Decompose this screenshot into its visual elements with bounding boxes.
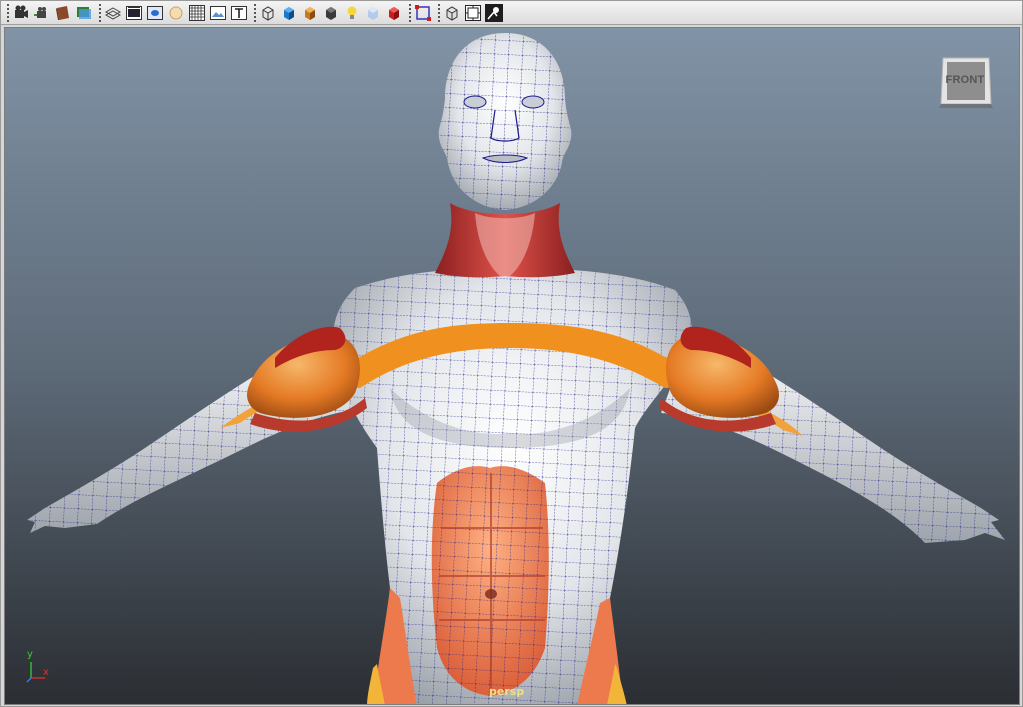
grid-icon[interactable] [104, 4, 122, 22]
camera-attributes-icon[interactable] [33, 4, 51, 22]
toolbar-separator [409, 3, 411, 22]
camera-label: persp [489, 685, 525, 698]
view-cube[interactable]: FRONT [937, 54, 993, 110]
bookmark-icon[interactable] [54, 4, 72, 22]
anatomy-model [27, 33, 1005, 704]
3d-viewport[interactable]: FRONT y x persp [4, 27, 1020, 705]
frame-all-icon[interactable] [414, 4, 432, 22]
safe-title-icon[interactable] [209, 4, 227, 22]
texture-icon[interactable] [230, 4, 248, 22]
toolbar-separator [438, 3, 440, 22]
axis-x-label: x [43, 667, 49, 678]
viewport-toolbar [1, 1, 1022, 25]
image-plane-icon[interactable] [75, 4, 93, 22]
toggle-hud-icon[interactable] [464, 4, 482, 22]
frame-selection-icon[interactable] [443, 4, 461, 22]
toolbar-separator [99, 3, 101, 22]
lighting-icon[interactable] [343, 4, 361, 22]
maya-window: FRONT y x persp [0, 0, 1023, 707]
snapshot-icon[interactable] [485, 3, 503, 22]
field-chart-icon[interactable] [167, 4, 185, 22]
smooth-shade-icon[interactable] [280, 4, 298, 22]
film-gate-icon[interactable] [125, 4, 143, 22]
shadows-icon[interactable] [322, 4, 340, 22]
view-cube-label: FRONT [945, 74, 985, 86]
select-camera-icon[interactable] [12, 4, 30, 22]
isolate-icon[interactable] [385, 4, 403, 22]
toolbar-separator [254, 3, 256, 22]
axis-y-label: y [27, 649, 33, 660]
wireframe-icon[interactable] [259, 4, 277, 22]
xray-icon[interactable] [364, 4, 382, 22]
safe-action-icon[interactable] [188, 4, 206, 22]
toolbar-separator [7, 3, 9, 22]
textured-icon[interactable] [301, 4, 319, 22]
axis-indicator: y x [23, 648, 63, 688]
resolution-gate-icon[interactable] [146, 4, 164, 22]
